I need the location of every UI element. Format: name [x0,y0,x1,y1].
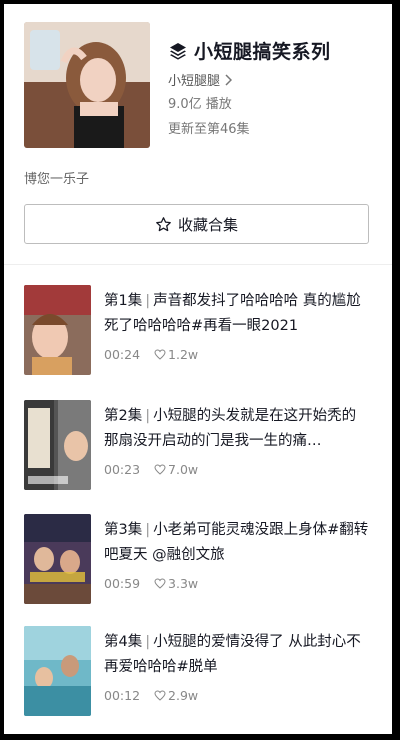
episode-thumbnail[interactable] [24,514,91,604]
collection-cover-image[interactable] [24,22,150,148]
episode-duration: 00:59 [104,576,141,591]
episode-number: 第4集 [104,634,143,650]
episode-meta: 00:12 2.9w [104,688,198,703]
episode-meta: 00:59 3.3w [104,576,198,591]
separator: | [145,522,151,538]
layers-icon [170,42,186,60]
heart-outline-icon [154,578,166,589]
author-link[interactable]: 小短腿腿 [168,70,233,89]
separator: | [145,634,151,650]
heart-outline-icon [154,690,166,701]
episode-likes: 7.0w [168,462,199,477]
favorite-collection-button[interactable]: 收藏合集 [24,204,369,244]
episode-caption: 小老弟可能灵魂没跟上身体#翻转吧夏天 @融创文旅 [104,522,369,563]
heart-outline-icon [154,349,166,360]
episode-likes: 3.3w [168,576,199,591]
episode-duration: 00:24 [104,347,141,362]
play-count: 9.0亿 播放 [168,97,232,112]
episode-title[interactable]: 第2集 | 小短腿的头发就是在这开始秃的 那扇没开启动的门是我一生的痛… [104,404,374,454]
episode-number: 第1集 [104,293,143,309]
heart-outline-icon [154,464,166,475]
separator: | [145,408,151,424]
collection-title: 小短腿搞笑系列 [194,41,331,63]
favorite-label: 收藏合集 [177,215,238,234]
episode-caption: 小短腿的爱情没得了 从此封心不再爱哈哈哈#脱单 [104,634,361,675]
episode-number: 第2集 [104,408,143,424]
star-outline-icon [156,216,171,231]
collection-header: 小短腿搞笑系列 小短腿腿 9.0亿 播放 更新至第46集 博您一乐子 收藏合集 [4,4,392,264]
episode-item[interactable]: 第3集 | 小老弟可能灵魂没跟上身体#翻转吧夏天 @融创文旅 00:59 3.3w [24,514,374,604]
episode-likes: 2.9w [168,688,199,703]
episode-item[interactable]: 第4集 | 小短腿的爱情没得了 从此封心不再爱哈哈哈#脱单 00:12 2.9w [24,626,374,716]
episode-title[interactable]: 第1集 | 声音都发抖了哈哈哈哈 真的尴尬死了哈哈哈哈#再看一眼2021 [104,289,374,339]
episode-meta: 00:24 1.2w [104,347,198,362]
episode-meta: 00:23 7.0w [104,462,198,477]
collection-title-row: 小短腿搞笑系列 [168,37,331,64]
episode-likes: 1.2w [168,347,199,362]
episode-item[interactable]: 第1集 | 声音都发抖了哈哈哈哈 真的尴尬死了哈哈哈哈#再看一眼2021 00:24… [24,285,374,375]
episode-title[interactable]: 第4集 | 小短腿的爱情没得了 从此封心不再爱哈哈哈#脱单 [104,630,374,680]
episode-thumbnail[interactable] [24,400,91,490]
episode-title[interactable]: 第3集 | 小老弟可能灵魂没跟上身体#翻转吧夏天 @融创文旅 [104,518,374,568]
episode-duration: 00:23 [104,462,141,477]
episode-number: 第3集 [104,522,143,538]
collection-page: 小短腿搞笑系列 小短腿腿 9.0亿 播放 更新至第46集 博您一乐子 收藏合集 [4,4,392,734]
header-divider [4,264,392,265]
episode-duration: 00:12 [104,688,141,703]
episode-caption: 声音都发抖了哈哈哈哈 真的尴尬死了哈哈哈哈#再看一眼2021 [104,293,361,334]
episode-thumbnail[interactable] [24,626,91,716]
update-status: 更新至第46集 [168,122,250,137]
chevron-right-icon [225,73,233,86]
episode-item[interactable]: 第2集 | 小短腿的头发就是在这开始秃的 那扇没开启动的门是我一生的痛… 00:23… [24,400,374,490]
collection-description: 博您一乐子 [24,172,90,187]
episode-thumbnail[interactable] [24,285,91,375]
separator: | [145,293,151,309]
author-name[interactable]: 小短腿腿 [168,70,220,89]
